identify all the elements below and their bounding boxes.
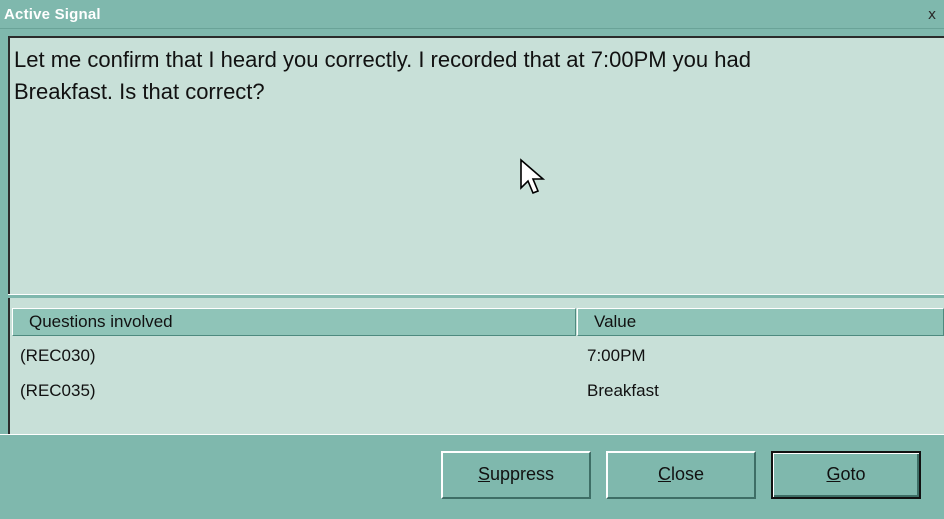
message-text: Let me confirm that I heard you correctl… [14, 44, 914, 108]
goto-label: oto [840, 464, 866, 484]
suppress-button[interactable]: Suppress [441, 451, 591, 499]
grid-cell-question[interactable]: (REC035) [20, 380, 96, 402]
close-icon[interactable]: x [924, 8, 940, 24]
close-button[interactable]: Close [606, 451, 756, 499]
close-label: lose [670, 464, 705, 484]
window-title: Active Signal [4, 6, 101, 23]
active-signal-dialog: Active Signal x Let me confirm that I he… [0, 0, 944, 519]
column-header-value[interactable]: Value [577, 308, 944, 336]
goto-button[interactable]: Goto [771, 451, 921, 499]
grid-cell-value[interactable]: Breakfast [587, 380, 659, 402]
close-mnemonic: C [657, 464, 671, 484]
grid-cell-value[interactable]: 7:00PM [587, 345, 646, 367]
column-header-questions[interactable]: Questions involved [12, 308, 576, 336]
mouse-pointer-icon [520, 158, 545, 195]
suppress-label: uppress [489, 464, 555, 484]
suppress-mnemonic: S [477, 464, 490, 484]
message-line-1: Let me confirm that I heard you correctl… [14, 47, 751, 72]
splitter[interactable] [8, 294, 944, 298]
goto-mnemonic: G [826, 464, 841, 484]
message-line-2: Breakfast. Is that correct? [14, 79, 265, 104]
message-panel: Let me confirm that I heard you correctl… [8, 36, 944, 294]
grid-cell-question[interactable]: (REC030) [20, 345, 96, 367]
title-bar[interactable]: Active Signal x [0, 0, 944, 29]
